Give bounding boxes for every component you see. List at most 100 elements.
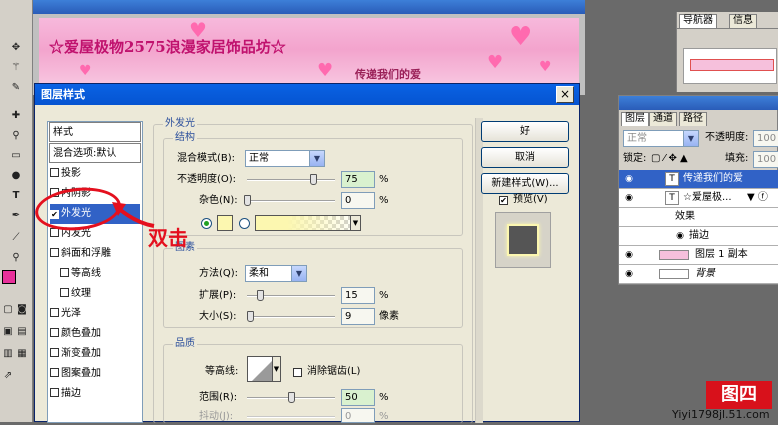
pen-icon[interactable]: ✒: [10, 210, 22, 222]
wand-icon[interactable]: ⚚: [10, 62, 22, 74]
style-list-header[interactable]: 样式: [49, 122, 141, 142]
navigator-thumbnail[interactable]: [683, 48, 777, 84]
style-item-drop-shadow[interactable]: 投影: [50, 164, 140, 184]
style-item-satin[interactable]: 光泽: [50, 304, 140, 324]
dodge-icon[interactable]: ●: [10, 170, 22, 182]
lock-icons[interactable]: ▢ ⁄ ✥ ▲: [651, 152, 688, 166]
standard-mode-icon[interactable]: ▢: [2, 304, 14, 316]
quickmask-mode-icon[interactable]: ◙: [16, 304, 28, 316]
fill-input[interactable]: 100: [753, 151, 778, 168]
text-layer-icon: T: [665, 191, 679, 205]
zoom-icon[interactable]: ⚲: [10, 252, 22, 264]
opacity-unit: %: [379, 174, 389, 185]
noise-input[interactable]: 0: [341, 192, 375, 209]
checkbox[interactable]: [50, 308, 59, 317]
screen-full-menu-icon[interactable]: ▥: [2, 348, 14, 360]
eye-icon[interactable]: ◉: [622, 268, 636, 280]
checkbox[interactable]: [60, 268, 69, 277]
layer-row[interactable]: ◉ 图层 1 副本: [619, 246, 778, 265]
contour-picker[interactable]: ▼: [247, 356, 281, 382]
navigator-view-box[interactable]: [690, 59, 774, 71]
preview-checkbox[interactable]: ✔: [499, 196, 508, 205]
checkbox[interactable]: [50, 248, 59, 257]
tab-paths[interactable]: 路径: [679, 112, 707, 126]
ok-button[interactable]: 好: [481, 121, 569, 142]
layer-effect-row[interactable]: 效果: [619, 208, 778, 227]
checkbox[interactable]: [50, 348, 59, 357]
layer-blend-mode-select[interactable]: 正常 ▼: [623, 130, 699, 147]
technique-select[interactable]: 柔和 ▼: [245, 265, 307, 282]
opacity-slider-knob[interactable]: [310, 174, 317, 185]
style-item-label: 描边: [61, 388, 81, 399]
foreground-color-swatch[interactable]: [2, 270, 16, 284]
checkbox[interactable]: [50, 368, 59, 377]
gradient-radio[interactable]: [239, 218, 250, 229]
layer-row[interactable]: ◉ 背景: [619, 265, 778, 284]
noise-slider-knob[interactable]: [244, 195, 251, 206]
size-slider-knob[interactable]: [247, 311, 255, 322]
layer-row[interactable]: ◉ T 传递我们的爱: [619, 170, 778, 189]
size-input[interactable]: 9: [341, 308, 375, 325]
close-button[interactable]: ×: [556, 86, 574, 103]
glow-color-swatch[interactable]: [217, 215, 233, 231]
checkbox[interactable]: [50, 168, 59, 177]
spread-slider-knob[interactable]: [257, 290, 265, 301]
size-slider[interactable]: [247, 311, 335, 322]
style-item-texture[interactable]: 纹理: [50, 284, 140, 304]
layer-row[interactable]: ◉ T ☆爱屋极... ▼ ⓕ: [619, 189, 778, 208]
eye-icon[interactable]: ◉: [673, 230, 687, 242]
screen-mode-icon[interactable]: ▣: [2, 326, 14, 338]
eraser-icon[interactable]: ▭: [10, 150, 22, 162]
jump-to-icon[interactable]: ⇗: [2, 370, 14, 382]
tab-channels[interactable]: 通道: [649, 112, 677, 126]
blend-mode-value: 正常: [249, 153, 269, 164]
healing-icon[interactable]: ✚: [10, 110, 22, 122]
style-item-bevel-emboss[interactable]: 斜面和浮雕: [50, 244, 140, 264]
style-item-contour[interactable]: 等高线: [50, 264, 140, 284]
tab-info[interactable]: 信息: [729, 14, 757, 28]
tab-layers[interactable]: 图层: [621, 112, 649, 126]
range-slider[interactable]: [247, 392, 335, 403]
layer-opacity-input[interactable]: 100: [753, 130, 778, 147]
eye-icon[interactable]: ◉: [622, 173, 636, 185]
checkbox[interactable]: [50, 328, 59, 337]
style-item-gradient-overlay[interactable]: 渐变叠加: [50, 344, 140, 364]
style-item-color-overlay[interactable]: 颜色叠加: [50, 324, 140, 344]
text-icon[interactable]: T: [10, 190, 22, 202]
jitter-slider[interactable]: [247, 416, 335, 418]
cancel-button[interactable]: 取消: [481, 147, 569, 168]
full-screen-icon[interactable]: ▤: [16, 326, 28, 338]
chevron-down-icon[interactable]: ▼: [350, 216, 360, 230]
gradient-picker[interactable]: ▼: [255, 215, 361, 231]
eyedropper-icon[interactable]: ⟋: [10, 232, 22, 244]
chevron-down-icon[interactable]: ▼: [272, 356, 281, 382]
jitter-input[interactable]: 0: [341, 408, 375, 423]
style-item-stroke[interactable]: 描边: [50, 384, 140, 404]
stamp-icon[interactable]: ⚲: [10, 130, 22, 142]
jitter-unit: %: [379, 411, 389, 422]
antialias-checkbox[interactable]: [293, 368, 302, 377]
eye-icon[interactable]: ◉: [622, 249, 636, 261]
noise-slider[interactable]: [244, 195, 335, 206]
style-item-pattern-overlay[interactable]: 图案叠加: [50, 364, 140, 384]
blend-mode-select[interactable]: 正常 ▼: [245, 150, 325, 167]
effects-icon[interactable]: ▼ ⓕ: [747, 189, 768, 207]
screen-full-icon[interactable]: ▦: [16, 348, 28, 360]
new-style-button[interactable]: 新建样式(W)...: [481, 173, 569, 194]
checkbox[interactable]: [50, 388, 59, 397]
move-icon[interactable]: ✥: [10, 42, 22, 54]
spread-input[interactable]: 15: [341, 287, 375, 304]
checkbox[interactable]: [60, 288, 69, 297]
range-input[interactable]: 50: [341, 389, 375, 406]
opacity-input[interactable]: 75: [341, 171, 375, 188]
opacity-slider[interactable]: [247, 174, 335, 185]
tab-navigator[interactable]: 导航器: [679, 14, 717, 28]
range-slider-knob[interactable]: [288, 392, 295, 403]
solid-color-radio[interactable]: [201, 218, 212, 229]
spread-slider[interactable]: [247, 290, 335, 301]
layer-effect-row[interactable]: ◉ 描边: [619, 227, 778, 246]
blend-options-item[interactable]: 混合选项:默认: [49, 143, 141, 163]
eye-icon[interactable]: ◉: [622, 192, 636, 204]
brush-icon[interactable]: ✎: [10, 82, 22, 94]
style-item-label: 图案叠加: [61, 368, 101, 379]
